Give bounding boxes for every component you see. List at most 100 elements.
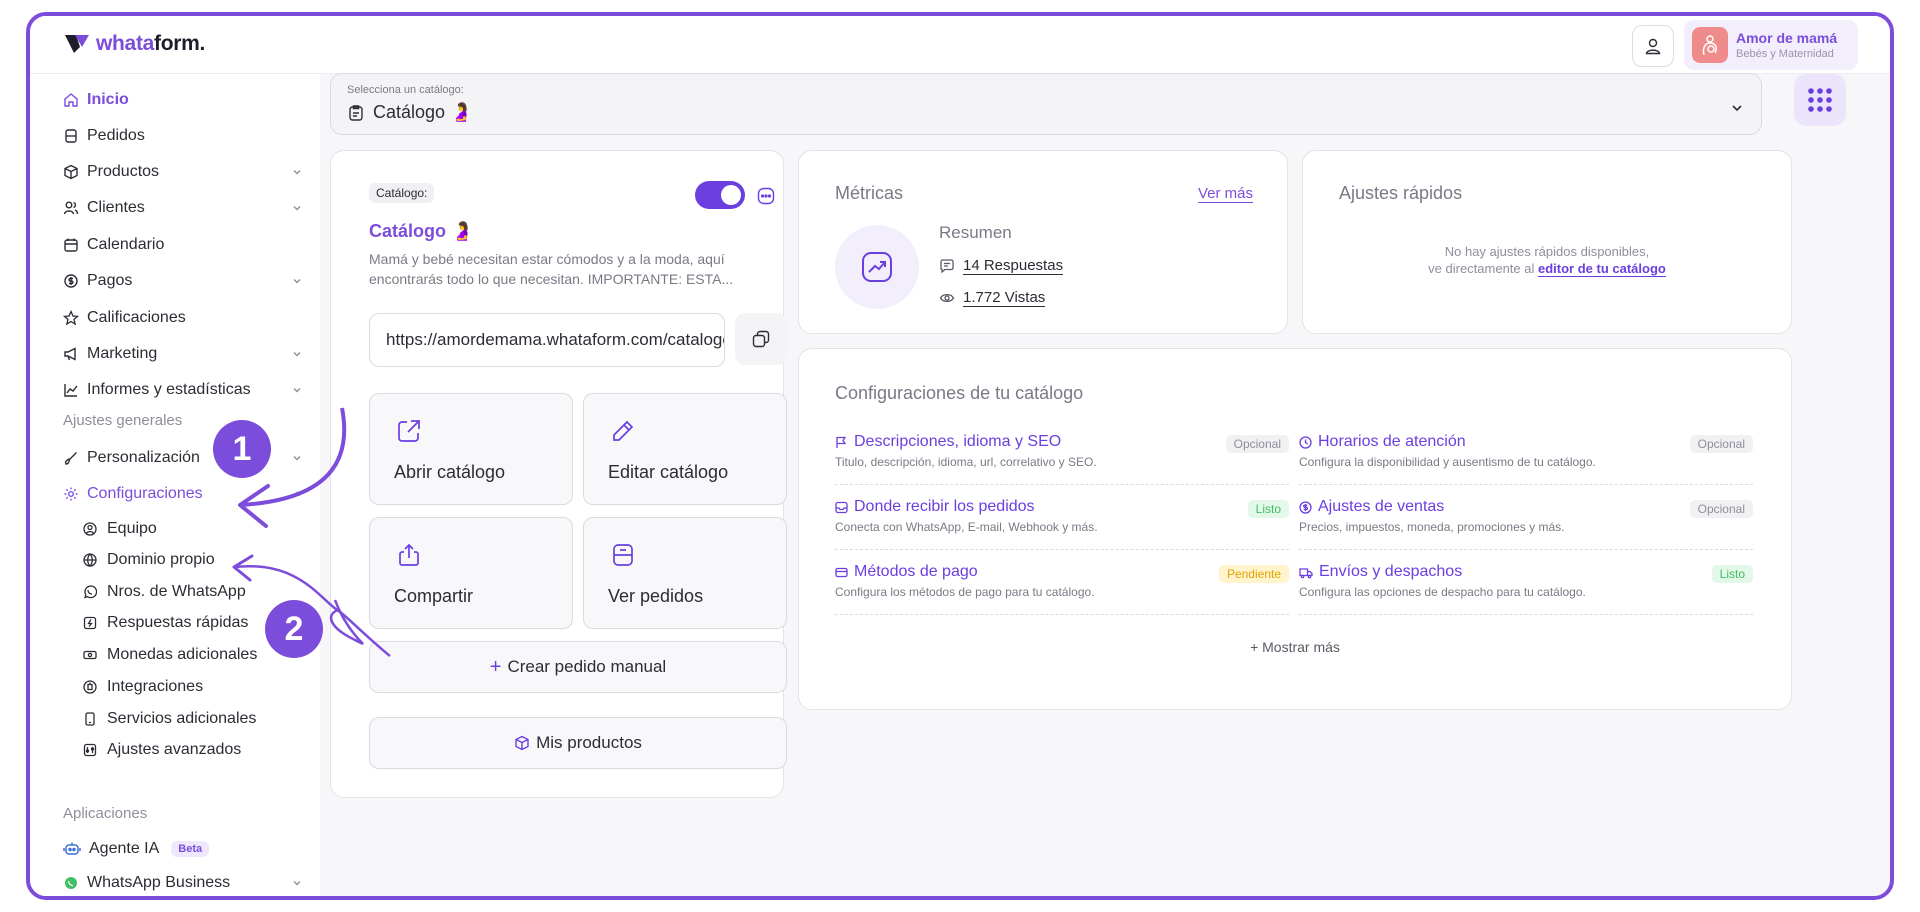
sidebar-item-calificaciones[interactable]: Calificaciones bbox=[63, 305, 303, 331]
sidebar-item-calendario[interactable]: Calendario bbox=[63, 232, 303, 258]
puzzle-icon bbox=[83, 680, 97, 694]
my-products-label: Mis productos bbox=[536, 733, 642, 752]
team-icon bbox=[83, 522, 97, 536]
more-options-icon[interactable] bbox=[757, 187, 775, 205]
config-item-shipping[interactable]: Envíos y despachos Configura las opcione… bbox=[1299, 563, 1753, 615]
status-badge: Listo bbox=[1247, 500, 1289, 518]
sidebar-subitem-avanzados[interactable]: Ajustes avanzados bbox=[83, 738, 241, 762]
sidebar-item-label: Calendario bbox=[87, 236, 165, 253]
view-orders-label: Ver pedidos bbox=[608, 586, 704, 606]
sidebar-subitem-monedas[interactable]: Monedas adicionales bbox=[83, 643, 257, 667]
config-title: Configuraciones de tu catálogo bbox=[835, 383, 1084, 403]
share-label: Compartir bbox=[394, 586, 474, 606]
sidebar-subitem-integraciones[interactable]: Integraciones bbox=[83, 675, 203, 699]
config-item-sales[interactable]: Ajustes de ventas Precios, impuestos, mo… bbox=[1299, 498, 1753, 550]
catalog-selector-value: Catálogo 🤰 bbox=[347, 102, 472, 123]
views-metric: 1.772 Vistas bbox=[939, 289, 1046, 307]
whatsapp-business-icon bbox=[65, 877, 77, 889]
sidebar-item-pedidos[interactable]: Pedidos bbox=[63, 123, 303, 149]
config-item-seo[interactable]: Descripciones, idioma y SEO Titulo, desc… bbox=[835, 433, 1289, 485]
chevron-down-icon bbox=[293, 388, 301, 393]
orders-icon bbox=[65, 129, 77, 143]
sidebar-item-label: Productos bbox=[87, 163, 160, 180]
chevron-down-icon bbox=[293, 206, 301, 211]
share-button[interactable]: Compartir bbox=[369, 517, 573, 629]
responses-metric: 14 Respuestas bbox=[939, 257, 1064, 275]
logo[interactable]: whataform. bbox=[64, 32, 205, 56]
see-more-link[interactable]: Ver más bbox=[1197, 185, 1253, 203]
chevron-up-icon bbox=[293, 491, 301, 496]
sidebar-subitem-label: Respuestas rápidas bbox=[107, 614, 249, 631]
apps-grid-button[interactable] bbox=[1794, 74, 1846, 126]
users-icon bbox=[63, 201, 79, 215]
edit-catalog-button[interactable]: Editar catálogo bbox=[583, 393, 787, 505]
view-orders-button[interactable]: Ver pedidos bbox=[583, 517, 787, 629]
sidebar-item-clientes[interactable]: Clientes bbox=[63, 195, 303, 221]
sidebar-item-pagos[interactable]: Pagos bbox=[63, 268, 303, 294]
logo-text: whataform. bbox=[96, 32, 206, 55]
sidebar-item-productos[interactable]: Productos bbox=[63, 159, 303, 185]
sidebar-item-configuraciones[interactable]: Configuraciones bbox=[63, 481, 303, 507]
logo-icon bbox=[64, 33, 90, 55]
star-icon bbox=[63, 310, 79, 326]
whatsapp-icon bbox=[84, 585, 97, 599]
clipboard-icon bbox=[349, 104, 363, 121]
sidebar-item-label: Inicio bbox=[87, 91, 129, 108]
edit-catalog-label: Editar catálogo bbox=[608, 462, 729, 482]
catalog-url-field[interactable]: https://amordemama.whataform.com/catalog… bbox=[369, 313, 725, 367]
store-switcher[interactable]: Amor de mamá Bebés y Maternidad bbox=[1684, 20, 1858, 70]
show-more-button[interactable]: + Mostrar más bbox=[799, 639, 1791, 655]
inbox-icon bbox=[835, 501, 848, 513]
copy-icon bbox=[752, 330, 770, 348]
grid-dots-icon bbox=[1808, 88, 1832, 112]
store-avatar bbox=[1692, 27, 1728, 63]
sidebar-item-inicio[interactable]: Inicio bbox=[63, 87, 303, 113]
sidebar-item-label: Marketing bbox=[87, 345, 158, 362]
step-1-badge: 1 bbox=[213, 420, 271, 478]
open-catalog-button[interactable]: Abrir catálogo bbox=[369, 393, 573, 505]
box-icon bbox=[515, 735, 529, 751]
sidebar-subitem-equipo[interactable]: Equipo bbox=[83, 517, 157, 541]
sliders-icon bbox=[83, 743, 97, 757]
sidebar-subitem-servicios[interactable]: Servicios adicionales bbox=[83, 707, 256, 731]
my-products-button[interactable]: Mis productos bbox=[369, 717, 787, 769]
config-item-orders[interactable]: Donde recibir los pedidos Conecta con Wh… bbox=[835, 498, 1289, 550]
sidebar-subitem-dominio[interactable]: Dominio propio bbox=[83, 548, 215, 572]
open-catalog-label: Abrir catálogo bbox=[394, 462, 506, 482]
sidebar-item-label: Personalización bbox=[87, 449, 200, 466]
sidebar-subitem-label: Monedas adicionales bbox=[107, 646, 258, 663]
config-item-payment[interactable]: Métodos de pago Configura los métodos de… bbox=[835, 563, 1289, 615]
message-icon bbox=[940, 259, 954, 274]
create-manual-order-button[interactable]: + Crear pedido manual bbox=[369, 641, 787, 693]
catalog-active-toggle[interactable] bbox=[695, 181, 745, 209]
catalog-selector[interactable]: Selecciona un catálogo: Catálogo 🤰 bbox=[330, 73, 1762, 135]
quick-settings-card: Ajustes rápidos No hay ajustes rápidos d… bbox=[1302, 150, 1792, 334]
sidebar-item-label: Pagos bbox=[87, 272, 133, 289]
copy-url-button[interactable] bbox=[735, 313, 787, 365]
sidebar-item-whatsapp-business[interactable]: WhatsApp Business bbox=[63, 870, 303, 896]
sidebar-item-agente-ia[interactable]: Agente IA Beta bbox=[63, 836, 303, 862]
sidebar-subitem-label: Nros. de WhatsApp bbox=[107, 583, 246, 600]
sidebar-item-label: Clientes bbox=[87, 199, 145, 216]
store-category: Bebés y Maternidad bbox=[1736, 48, 1834, 60]
sidebar-subitem-whatsapp[interactable]: Nros. de WhatsApp bbox=[83, 580, 246, 604]
step-2-badge: 2 bbox=[265, 600, 323, 658]
catalog-selector-label: Selecciona un catálogo: bbox=[347, 84, 464, 96]
sidebar-item-marketing[interactable]: Marketing bbox=[63, 341, 303, 367]
chevron-down-icon bbox=[293, 881, 301, 886]
sidebar-item-label: WhatsApp Business bbox=[87, 874, 231, 891]
sidebar-item-informes[interactable]: Informes y estadísticas bbox=[63, 377, 303, 403]
coin-icon bbox=[1299, 500, 1312, 514]
user-profile-button[interactable] bbox=[1632, 25, 1674, 67]
box-icon bbox=[64, 164, 78, 180]
sidebar-item-label: Pedidos bbox=[87, 127, 145, 144]
metrics-card: Métricas Ver más Resumen 14 Respuestas 1… bbox=[798, 150, 1288, 334]
calendar-icon bbox=[64, 238, 78, 252]
catalog-editor-link[interactable]: editor de tu catálogo bbox=[1538, 261, 1666, 277]
sidebar-subitem-respuestas[interactable]: Respuestas rápidas bbox=[83, 611, 248, 635]
gear-icon bbox=[64, 487, 78, 501]
sidebar-subitem-label: Equipo bbox=[107, 520, 157, 537]
catalog-title: Catálogo 🤰 bbox=[369, 221, 474, 241]
catalog-tag: Catálogo: bbox=[369, 183, 435, 203]
config-item-hours[interactable]: Horarios de atención Configura la dispon… bbox=[1299, 433, 1753, 485]
